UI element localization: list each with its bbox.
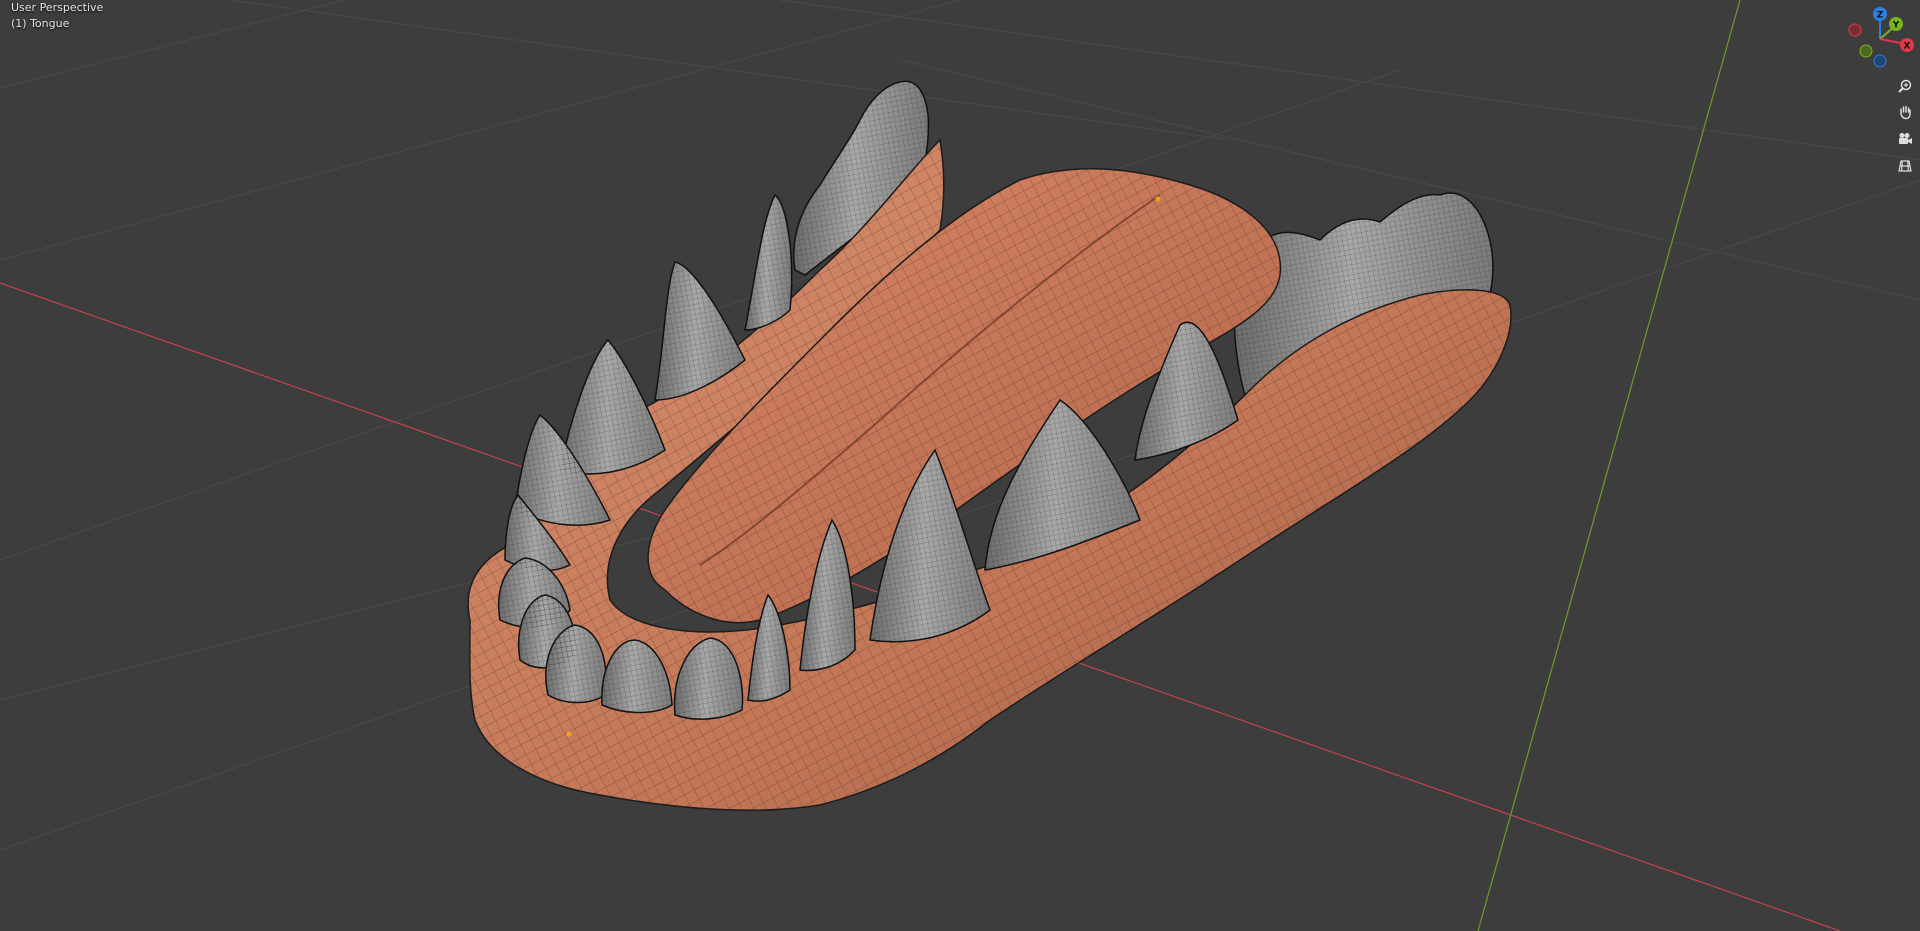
gizmo-y-label: Y xyxy=(1892,21,1900,31)
pan-button[interactable] xyxy=(1893,100,1917,124)
y-axis-line xyxy=(1477,0,1741,931)
gizmo-neg-z[interactable] xyxy=(1873,54,1887,68)
scene-canvas[interactable] xyxy=(0,0,1920,931)
gizmo-neg-y[interactable] xyxy=(1859,44,1873,58)
magnifier-plus-icon xyxy=(1898,79,1912,93)
view-name-label: User Perspective xyxy=(11,1,104,14)
ortho-toggle-button[interactable] xyxy=(1893,154,1917,178)
object-origin-jaw xyxy=(566,731,572,737)
hand-icon xyxy=(1900,105,1911,120)
camera-icon xyxy=(1899,133,1912,144)
camera-view-button[interactable] xyxy=(1893,127,1917,151)
zoom-button[interactable] xyxy=(1893,74,1917,98)
grid-icon xyxy=(1898,160,1912,172)
gizmo-neg-x[interactable] xyxy=(1848,23,1862,37)
navigation-gizmo[interactable]: Z Y X xyxy=(1840,4,1918,74)
3d-viewport[interactable]: User Perspective (1) Tongue Z Y X xyxy=(0,0,1920,931)
gizmo-x-label: X xyxy=(1904,42,1911,52)
active-object-label: (1) Tongue xyxy=(11,17,70,30)
gizmo-z-label: Z xyxy=(1877,11,1884,21)
object-origin-tongue xyxy=(1155,196,1161,202)
